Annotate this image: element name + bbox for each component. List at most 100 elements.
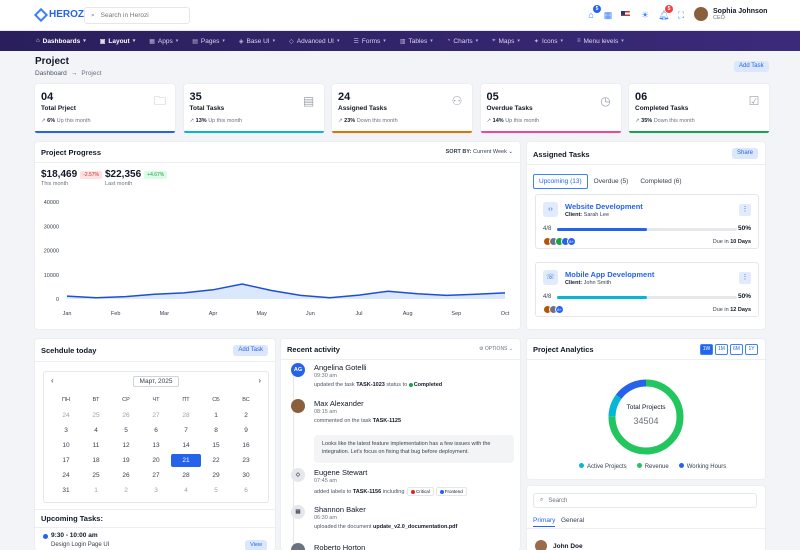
calendar-day[interactable]: 13	[146, 439, 166, 452]
calendar-day[interactable]: 22	[206, 454, 226, 467]
calendar-day[interactable]: 10	[56, 439, 76, 452]
nav-item-base-ui[interactable]: ◈ Base UI ▾	[239, 31, 284, 51]
calendar-day[interactable]: 24	[56, 409, 76, 422]
calendar-day[interactable]: 4	[176, 484, 196, 497]
calendar-day[interactable]: 20	[146, 454, 166, 467]
sort-dropdown[interactable]: SORT BY: Current Week ⌄	[446, 149, 513, 155]
view-button[interactable]: View	[245, 540, 267, 550]
calendar-day[interactable]: 23	[236, 454, 256, 467]
calendar-day[interactable]: 2	[116, 484, 136, 497]
theme-sun-icon[interactable]: ☀	[640, 10, 650, 20]
calendar-day[interactable]: 28	[176, 409, 196, 422]
contacts-search[interactable]: ⌕ Search	[533, 493, 757, 508]
nav-item-dashboards[interactable]: ⌂ Dashboards ▾	[36, 31, 95, 51]
task-ref-link[interactable]: update_v2.0_documentation.pdf	[373, 524, 457, 530]
activity-options[interactable]: ⚙ OPTIONS ⌄	[479, 346, 513, 352]
calendar-day[interactable]: 27	[146, 469, 166, 482]
breadcrumb-root[interactable]: Dashboard	[35, 70, 67, 77]
calendar-day[interactable]: 16	[236, 439, 256, 452]
calendar-day[interactable]: 27	[146, 409, 166, 422]
nav-item-advanced-ui[interactable]: ◇ Advanced UI ▾	[289, 31, 348, 51]
activity-user[interactable]: Angelina Gotelli	[314, 363, 367, 372]
share-button[interactable]: Share	[731, 148, 758, 159]
nav-item-maps[interactable]: ⌖ Maps ▾	[492, 31, 529, 51]
calendar-day[interactable]: 4	[86, 424, 106, 437]
calendar-day[interactable]: 28	[176, 469, 196, 482]
nav-item-menu-levels[interactable]: ≡ Menu levels ▾	[577, 31, 633, 51]
calendar-day[interactable]: 5	[116, 424, 136, 437]
calendar-day[interactable]: 3	[146, 484, 166, 497]
nav-item-forms[interactable]: ☰ Forms ▾	[353, 31, 394, 51]
month-select[interactable]: Март, 2025	[132, 375, 180, 387]
nav-item-tables[interactable]: ▥ Tables ▾	[400, 31, 442, 51]
task-ref-link[interactable]: TASK-1156	[353, 489, 381, 495]
calendar-day[interactable]: 1	[86, 484, 106, 497]
app-logo[interactable]: Herozi	[33, 7, 87, 22]
calendar-day[interactable]: 25	[86, 409, 106, 422]
calendar-day[interactable]: 19	[116, 454, 136, 467]
apps-grid-icon[interactable]: ▦	[603, 10, 613, 20]
tab-primary[interactable]: Primary	[533, 517, 556, 527]
calendar-day[interactable]: 7	[176, 424, 196, 437]
flag-icon[interactable]	[621, 11, 630, 18]
calendar-day[interactable]: 2	[236, 409, 256, 422]
calendar-day[interactable]: 14	[176, 439, 196, 452]
calendar-day[interactable]: 8	[206, 424, 226, 437]
nav-item-apps[interactable]: ▦ Apps ▾	[149, 31, 187, 51]
activity-user[interactable]: Max Alexander	[314, 399, 364, 408]
activity-user[interactable]: Shannon Baker	[314, 505, 366, 514]
task-name[interactable]: Mobile App Development	[565, 270, 654, 279]
nav-item-icons[interactable]: ✦ Icons ▾	[534, 31, 572, 51]
calendar-day[interactable]: 6	[146, 424, 166, 437]
calendar-day[interactable]: 5	[206, 484, 226, 497]
range-1y[interactable]: 1Y	[745, 344, 758, 355]
prev-month-icon[interactable]: ‹	[51, 376, 54, 385]
bell-icon[interactable]: 🔔︎ 5	[658, 5, 673, 20]
calendar-day[interactable]: 25	[86, 469, 106, 482]
calendar-day[interactable]: 24	[56, 469, 76, 482]
search-input[interactable]	[100, 12, 171, 19]
calendar-day[interactable]: 29	[206, 469, 226, 482]
tab-assigned-2[interactable]: Completed (6)	[634, 174, 687, 189]
range-1w[interactable]: 1W	[700, 344, 713, 355]
calendar-day[interactable]: 18	[86, 454, 106, 467]
task-card[interactable]: ☏ Mobile App Development Client: John Smit…	[535, 262, 759, 317]
tab-assigned-0[interactable]: Upcoming (13)	[533, 174, 588, 189]
add-task-button[interactable]: Add Task	[734, 61, 769, 72]
calendar-day[interactable]: 17	[56, 454, 76, 467]
global-search[interactable]: ⌕	[84, 7, 190, 24]
task-card[interactable]: ‹› Website Development Client: Sarah Lee ⋮ 4…	[535, 194, 759, 249]
nav-item-layout[interactable]: ▣ Layout ▾	[100, 31, 145, 51]
calendar-day[interactable]: 9	[236, 424, 256, 437]
calendar-day[interactable]: 26	[116, 469, 136, 482]
fullscreen-icon[interactable]: ⛶	[676, 10, 686, 20]
calendar-day[interactable]: 6	[236, 484, 256, 497]
task-ref-link[interactable]: TASK-1023	[356, 382, 385, 388]
calendar-day[interactable]: 1	[206, 409, 226, 422]
calendar-day[interactable]: 26	[116, 409, 136, 422]
more-vertical-icon[interactable]: ⋮	[739, 204, 751, 216]
calendar-day[interactable]: 3	[56, 424, 76, 437]
calendar-day[interactable]: 31	[56, 484, 76, 497]
cart-icon[interactable]: ⌂ 5	[586, 5, 601, 20]
activity-user[interactable]: Eugene Stewart	[314, 468, 367, 477]
range-6m[interactable]: 6M	[730, 344, 743, 355]
calendar-day[interactable]: 30	[236, 469, 256, 482]
calendar-day[interactable]: 21	[171, 454, 201, 467]
next-month-icon[interactable]: ›	[258, 376, 261, 385]
schedule-add-button[interactable]: Add Task	[233, 345, 268, 356]
contact-name[interactable]: John Doe	[553, 543, 583, 550]
activity-user[interactable]: Roberto Horton	[314, 543, 365, 550]
more-vertical-icon[interactable]: ⋮	[739, 272, 751, 284]
nav-item-charts[interactable]: ◔ Charts ▾	[447, 31, 487, 51]
task-name[interactable]: Website Development	[565, 202, 643, 211]
nav-item-pages[interactable]: ▤ Pages ▾	[192, 31, 234, 51]
calendar-day[interactable]: 12	[116, 439, 136, 452]
user-menu[interactable]: Sophia Johnson CEO	[694, 7, 767, 21]
calendar-day[interactable]: 11	[86, 439, 106, 452]
calendar-day[interactable]: 15	[206, 439, 226, 452]
range-1m[interactable]: 1M	[715, 344, 728, 355]
tab-assigned-1[interactable]: Overdue (5)	[588, 174, 635, 189]
task-ref-link[interactable]: TASK-1125	[373, 418, 401, 424]
tab-general[interactable]: General	[561, 517, 584, 524]
